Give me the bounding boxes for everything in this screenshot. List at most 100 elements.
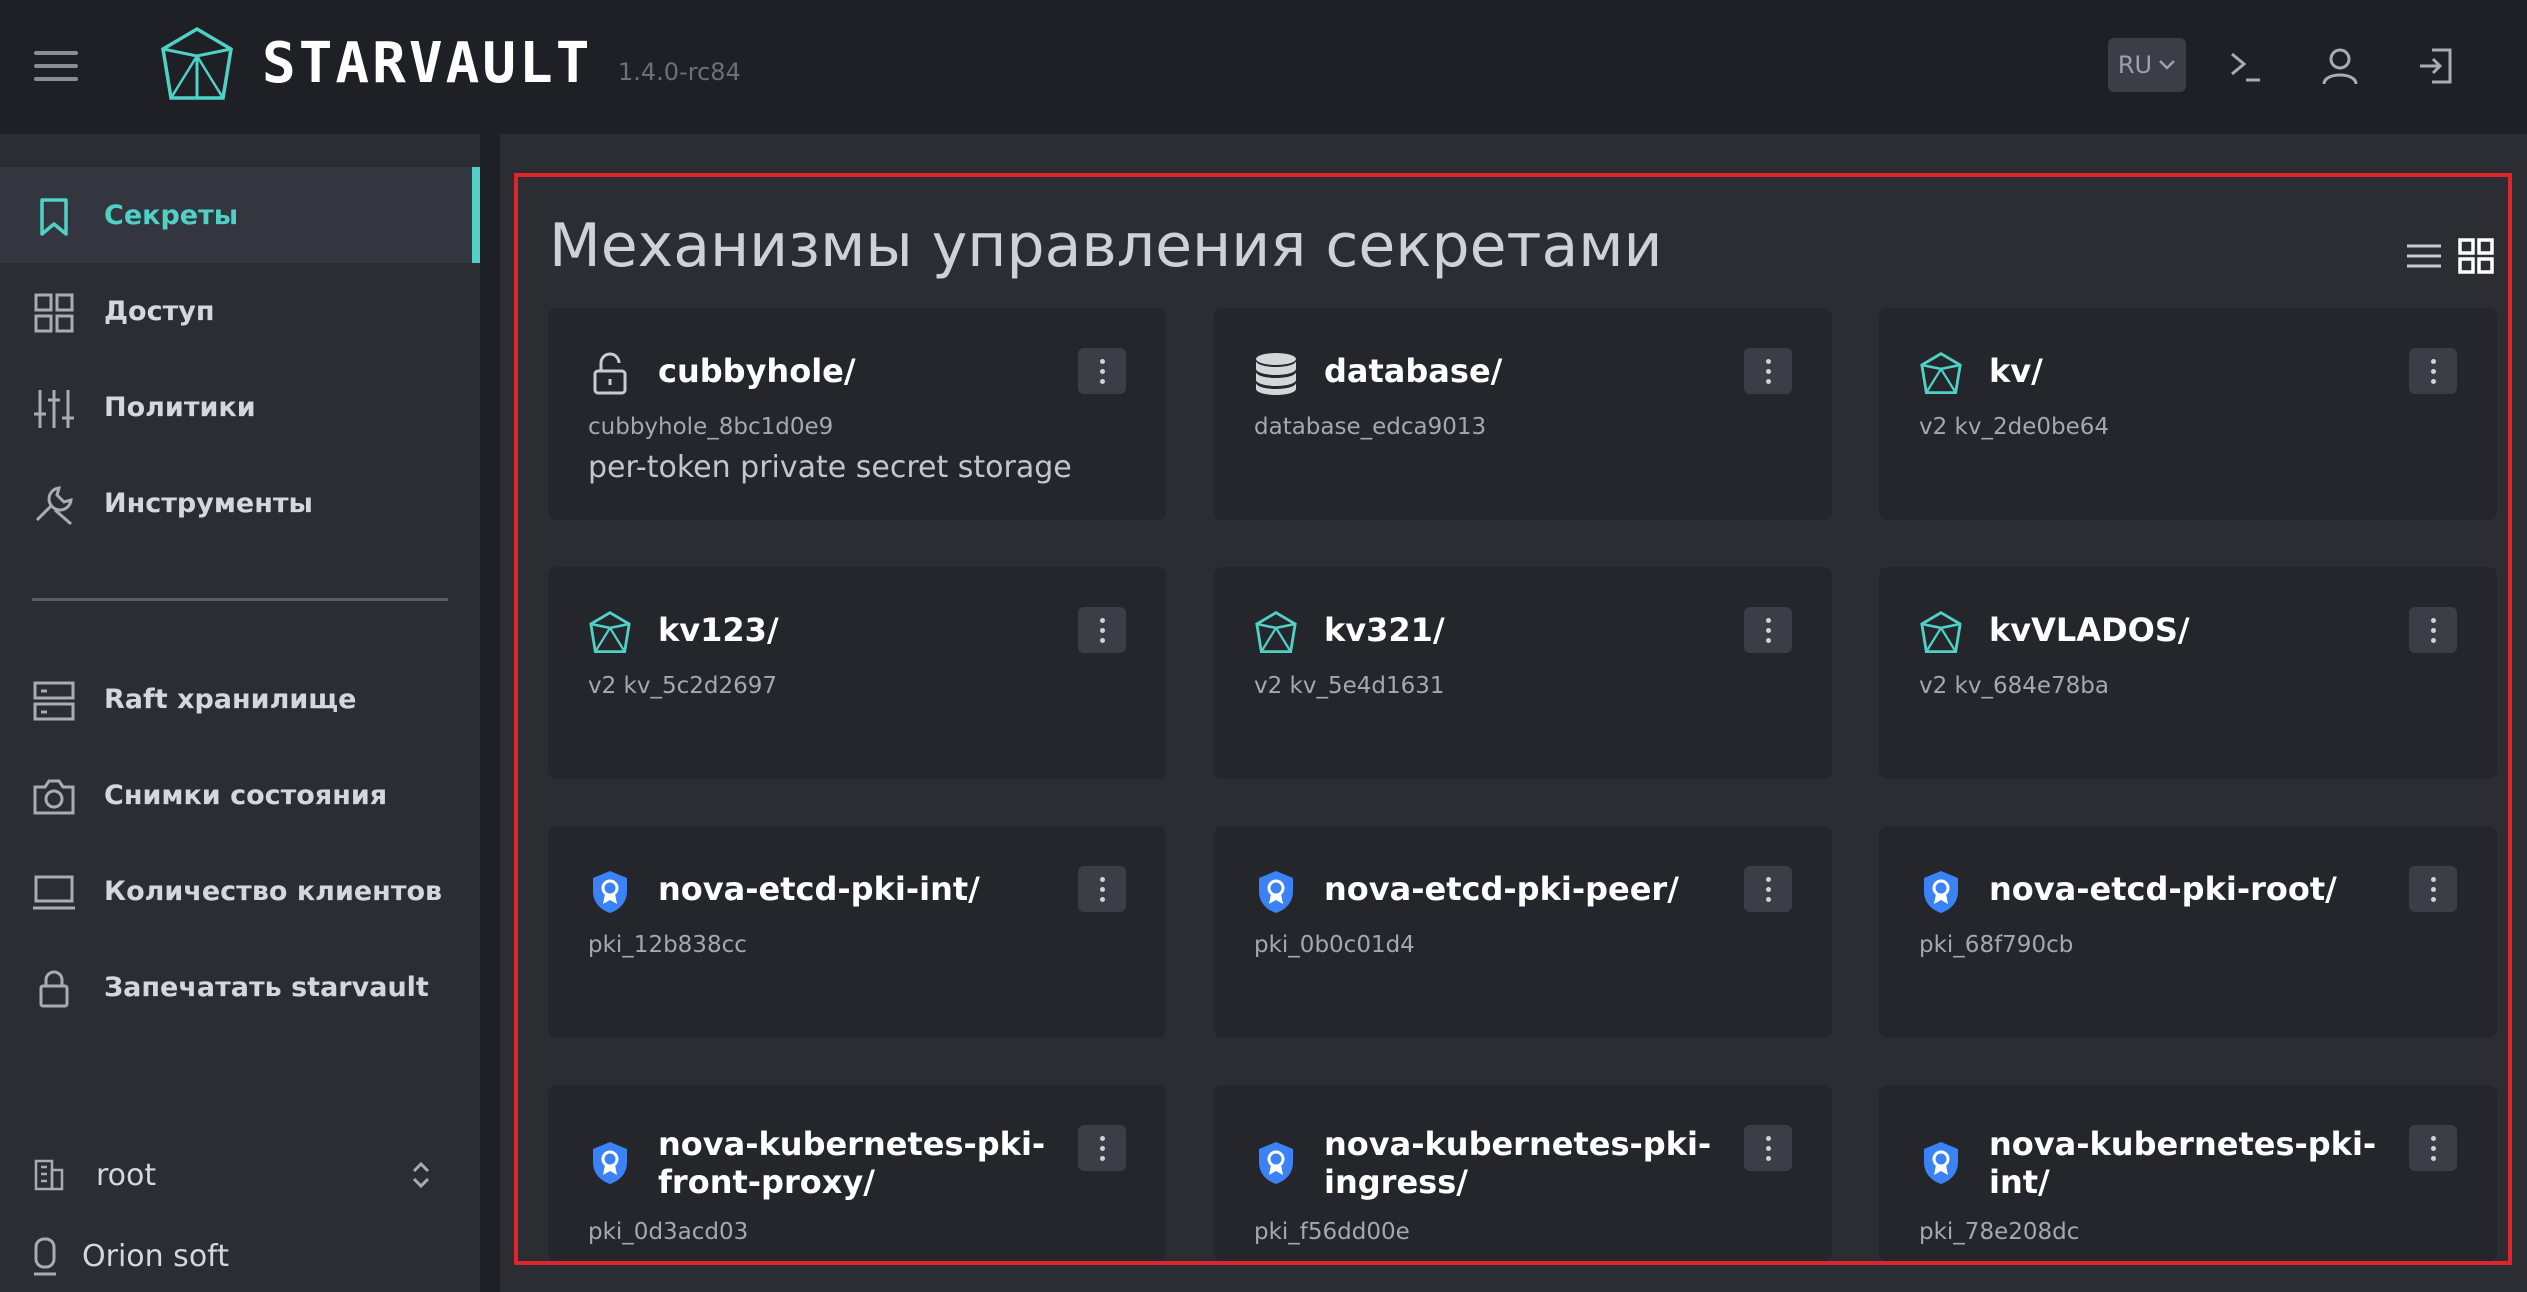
more-actions-icon[interactable] (2409, 348, 2457, 394)
grid-view-icon[interactable] (2456, 236, 2496, 276)
sidebar-item-raft-storage[interactable]: Raft хранилище (0, 651, 480, 747)
more-actions-icon[interactable] (1078, 348, 1126, 394)
engine-accessor: pki_78e208dc (1919, 1219, 2080, 1245)
engine-name: nova-etcd-pki-int/ (658, 870, 980, 908)
pki-badge-icon (588, 868, 632, 916)
engine-name: kvVLADOS/ (1989, 611, 2190, 649)
engine-accessor: cubbyhole_8bc1d0e9 (588, 414, 834, 440)
kv-icon (1919, 609, 1963, 657)
engine-name: kv123/ (658, 611, 779, 649)
engine-name: kv/ (1989, 352, 2043, 390)
sidebar-item-tools[interactable]: Инструменты (0, 455, 480, 551)
pki-badge-icon (588, 1139, 632, 1187)
more-actions-icon[interactable] (1744, 348, 1792, 394)
logout-icon[interactable] (2410, 40, 2462, 92)
more-actions-icon[interactable] (2409, 1125, 2457, 1171)
bookmark-icon (32, 195, 76, 239)
more-actions-icon[interactable] (2409, 607, 2457, 653)
monitor-icon (32, 871, 76, 915)
engine-name: nova-kubernetes-pki-int/ (1989, 1125, 2377, 1201)
building-icon (34, 1159, 64, 1191)
more-actions-icon[interactable] (1078, 1125, 1126, 1171)
server-icon (32, 679, 76, 723)
sidebar-item-snapshots[interactable]: Снимки состояния (0, 747, 480, 843)
chevron-down-icon (2159, 60, 2176, 70)
secret-engine-card[interactable]: kv123/ v2 kv_5c2d2697 (548, 567, 1166, 779)
sidebar-divider (32, 598, 448, 601)
engine-name: nova-kubernetes-pki-front-proxy/ (658, 1125, 1046, 1201)
more-actions-icon[interactable] (1078, 607, 1126, 653)
org-label: Orion soft (82, 1238, 229, 1274)
unlock-icon (588, 350, 632, 398)
wrench-icon (32, 483, 76, 527)
list-view-icon[interactable] (2404, 236, 2444, 276)
orion-logo-icon (34, 1237, 56, 1276)
brand-name[interactable]: STARVAULT (262, 30, 592, 98)
lock-icon (32, 967, 76, 1011)
sidebar-item-seal[interactable]: Запечатать starvault (0, 939, 480, 1035)
sidebar-item-label: Количество клиентов (104, 875, 443, 907)
namespace-label: root (96, 1157, 157, 1193)
org-info: Orion soft (32, 1236, 229, 1276)
secret-engine-card[interactable]: nova-kubernetes-pki-int/ pki_78e208dc (1879, 1085, 2497, 1261)
secret-engine-card[interactable]: kvVLADOS/ v2 kv_684e78ba (1879, 567, 2497, 779)
secret-engine-card[interactable]: nova-kubernetes-pki-ingress/ pki_f56dd00… (1214, 1085, 1832, 1261)
engine-accessor: pki_0d3acd03 (588, 1219, 749, 1245)
secret-engine-card[interactable]: cubbyhole/ cubbyhole_8bc1d0e9 per-token … (548, 308, 1166, 520)
engine-accessor: pki_68f790cb (1919, 932, 2074, 958)
top-bar: STARVAULT 1.4.0-rc84 RU (0, 0, 2527, 134)
sidebar-item-label: Политики (104, 391, 256, 423)
sidebar-item-secrets[interactable]: Секреты (0, 167, 480, 263)
sidebar-item-label: Запечатать starvault (104, 971, 429, 1003)
engine-accessor: pki_12b838cc (588, 932, 747, 958)
pki-badge-icon (1254, 868, 1298, 916)
sidebar-item-label: Доступ (104, 295, 215, 327)
language-select[interactable]: RU (2108, 38, 2186, 92)
terminal-icon[interactable] (2218, 40, 2270, 92)
kv-icon (1919, 350, 1963, 398)
sliders-icon (32, 387, 76, 431)
engine-name: nova-etcd-pki-peer/ (1324, 870, 1679, 908)
sidebar-item-access[interactable]: Доступ (0, 263, 480, 359)
sidebar-edge (480, 134, 500, 1292)
sidebar-item-policies[interactable]: Политики (0, 359, 480, 455)
secret-engine-card[interactable]: kv/ v2 kv_2de0be64 (1879, 308, 2497, 520)
engine-accessor: v2 kv_5e4d1631 (1254, 673, 1445, 699)
pki-badge-icon (1919, 1139, 1963, 1187)
engine-name: database/ (1324, 352, 1503, 390)
secret-engine-card[interactable]: nova-etcd-pki-root/ pki_68f790cb (1879, 826, 2497, 1038)
more-actions-icon[interactable] (2409, 866, 2457, 912)
engine-accessor: v2 kv_2de0be64 (1919, 414, 2110, 440)
more-actions-icon[interactable] (1744, 607, 1792, 653)
engine-name: nova-kubernetes-pki-ingress/ (1324, 1125, 1712, 1201)
secret-engine-card[interactable]: database/ database_edca9013 (1214, 308, 1832, 520)
sidebar-item-label: Секреты (104, 199, 239, 231)
secret-engine-card[interactable]: nova-etcd-pki-peer/ pki_0b0c01d4 (1214, 826, 1832, 1038)
engine-accessor: database_edca9013 (1254, 414, 1487, 440)
more-actions-icon[interactable] (1744, 1125, 1792, 1171)
menu-icon[interactable] (34, 51, 78, 81)
secret-engine-card[interactable]: kv321/ v2 kv_5e4d1631 (1214, 567, 1832, 779)
chevron-updown-icon (412, 1161, 430, 1189)
engine-name: cubbyhole/ (658, 352, 856, 390)
pki-badge-icon (1254, 1139, 1298, 1187)
namespace-switcher[interactable]: root (32, 1150, 432, 1200)
engine-name: nova-etcd-pki-root/ (1989, 870, 2337, 908)
engine-name: kv321/ (1324, 611, 1445, 649)
secret-engine-card[interactable]: nova-kubernetes-pki-front-proxy/ pki_0d3… (548, 1085, 1166, 1261)
engine-accessor: v2 kv_5c2d2697 (588, 673, 778, 699)
secret-engine-card[interactable]: nova-etcd-pki-int/ pki_12b838cc (548, 826, 1166, 1038)
more-actions-icon[interactable] (1744, 866, 1792, 912)
sidebar-item-client-count[interactable]: Количество клиентов (0, 843, 480, 939)
kv-icon (588, 609, 632, 657)
engine-description: per-token private secret storage (588, 450, 1072, 485)
database-icon (1254, 350, 1298, 398)
more-actions-icon[interactable] (1078, 866, 1126, 912)
version-label: 1.4.0-rc84 (618, 58, 741, 86)
starvault-logo-icon (161, 26, 233, 100)
sidebar-item-label: Raft хранилище (104, 683, 357, 715)
language-value: RU (2117, 51, 2153, 79)
engine-accessor: pki_f56dd00e (1254, 1219, 1410, 1245)
user-icon[interactable] (2314, 40, 2366, 92)
camera-icon (32, 775, 76, 819)
